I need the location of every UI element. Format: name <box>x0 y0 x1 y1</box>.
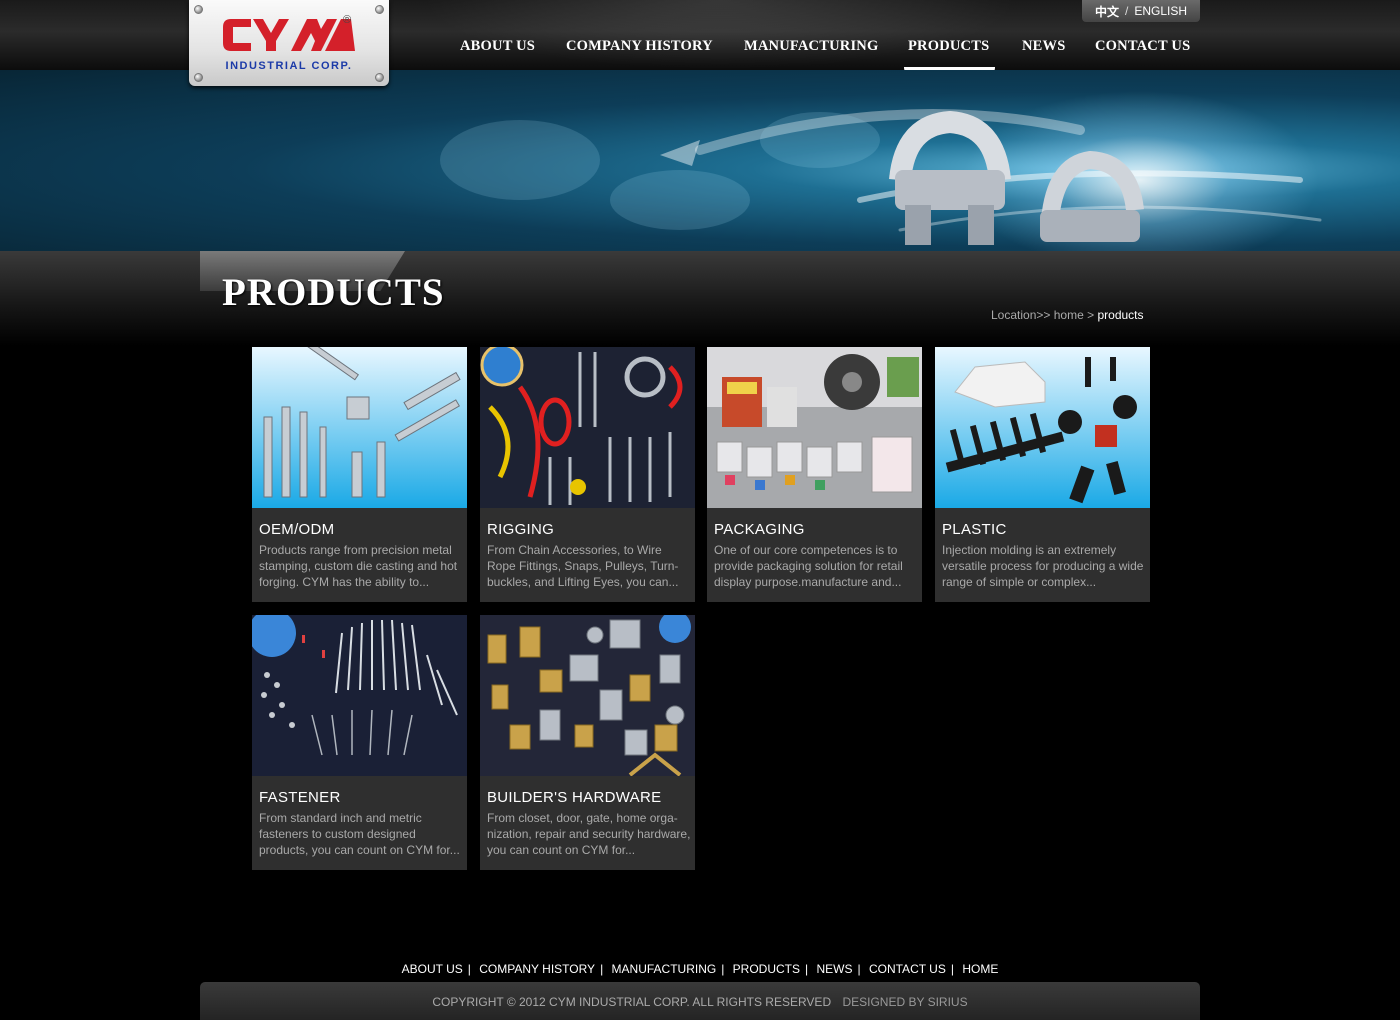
footer-link-company-history[interactable]: COMPANY HISTORY <box>479 962 595 976</box>
product-image-oem-odm <box>252 347 467 508</box>
product-name: FASTENER <box>259 789 341 806</box>
footer-link-news[interactable]: NEWS <box>816 962 852 976</box>
footer-link-contact-us[interactable]: CONTACT US <box>869 962 946 976</box>
nav-about-us[interactable]: ABOUT US <box>460 38 535 55</box>
product-description: One of our core competences is to provid… <box>714 543 903 589</box>
company-logo[interactable]: ® INDUSTRIAL CORP. <box>189 0 389 86</box>
product-card-fastener[interactable]: FASTENER From standard inch and metric f… <box>252 615 467 870</box>
footer-bar: COPYRIGHT © 2012 CYM INDUSTRIAL CORP. AL… <box>200 982 1200 1020</box>
copyright-text: COPYRIGHT © 2012 CYM INDUSTRIAL CORP. AL… <box>432 995 832 1009</box>
footer-link-products[interactable]: PRODUCTS <box>733 962 800 976</box>
registered-mark: ® <box>343 14 352 26</box>
product-description: From standard inch and metric fasteners … <box>259 811 460 857</box>
product-name: BUILDER'S HARDWARE <box>487 789 662 806</box>
language-switcher: 中文 / ENGLISH <box>1082 0 1200 22</box>
screw-icon <box>375 73 384 82</box>
product-image-rigging <box>480 347 695 508</box>
footer-nav: ABOUT US | COMPANY HISTORY | MANUFACTURING… <box>401 962 999 976</box>
breadcrumb-prefix: Location>> <box>991 308 1051 322</box>
designer-credit: DESIGNED BY SIRIUS <box>842 995 968 1009</box>
hero-banner <box>0 70 1400 251</box>
product-name: PACKAGING <box>714 521 805 538</box>
product-description: From closet, door, gate, home orga-nizat… <box>487 811 691 857</box>
breadcrumb-separator: > <box>1087 308 1095 322</box>
product-card-plastic[interactable]: PLASTIC Injection molding is an extremel… <box>935 347 1150 602</box>
screw-icon <box>194 5 203 14</box>
company-name: INDUSTRIAL CORP. <box>225 60 353 72</box>
breadcrumb-home-link[interactable]: home <box>1054 308 1084 322</box>
product-card-builders-hardware[interactable]: BUILDER'S HARDWARE From closet, door, ga… <box>480 615 695 870</box>
footer-link-about-us[interactable]: ABOUT US <box>402 962 463 976</box>
product-card-oem-odm[interactable]: OEM/ODM Products range from precision me… <box>252 347 467 602</box>
breadcrumb-current: products <box>1097 308 1144 322</box>
nav-news[interactable]: NEWS <box>1022 38 1066 55</box>
footer-link-home[interactable]: HOME <box>962 962 998 976</box>
product-image-packaging <box>707 347 922 508</box>
product-image-plastic <box>935 347 1150 508</box>
lang-chinese-link[interactable]: 中文 <box>1095 3 1119 20</box>
nav-company-history[interactable]: COMPANY HISTORY <box>566 38 713 55</box>
page-title: PRODUCTS <box>222 271 445 314</box>
product-image-builders-hardware <box>480 615 695 776</box>
product-name: RIGGING <box>487 521 555 538</box>
product-description: Injection molding is an extremely versat… <box>942 543 1144 589</box>
lang-english-link[interactable]: ENGLISH <box>1134 4 1187 18</box>
product-card-rigging[interactable]: RIGGING From Chain Accessories, to Wire … <box>480 347 695 602</box>
product-card-packaging[interactable]: PACKAGING One of our core competences is… <box>707 347 922 602</box>
breadcrumb: Location>> home > products <box>991 308 1144 322</box>
screw-icon <box>194 73 203 82</box>
product-name: OEM/ODM <box>259 521 335 538</box>
nav-manufacturing[interactable]: MANUFACTURING <box>744 38 878 55</box>
screw-icon <box>375 5 384 14</box>
product-image-fastener <box>252 615 467 776</box>
nav-contact-us[interactable]: CONTACT US <box>1095 38 1190 55</box>
product-description: Products range from precision metal stam… <box>259 543 458 589</box>
footer-link-manufacturing[interactable]: MANUFACTURING <box>612 962 717 976</box>
wire-rope-clip-image <box>889 110 1144 245</box>
product-name: PLASTIC <box>942 521 1007 538</box>
product-description: From Chain Accessories, to Wire Rope Fit… <box>487 543 679 589</box>
nav-products[interactable]: PRODUCTS <box>908 38 989 55</box>
cym-logo-mark <box>223 19 355 51</box>
lang-separator: / <box>1124 4 1129 18</box>
